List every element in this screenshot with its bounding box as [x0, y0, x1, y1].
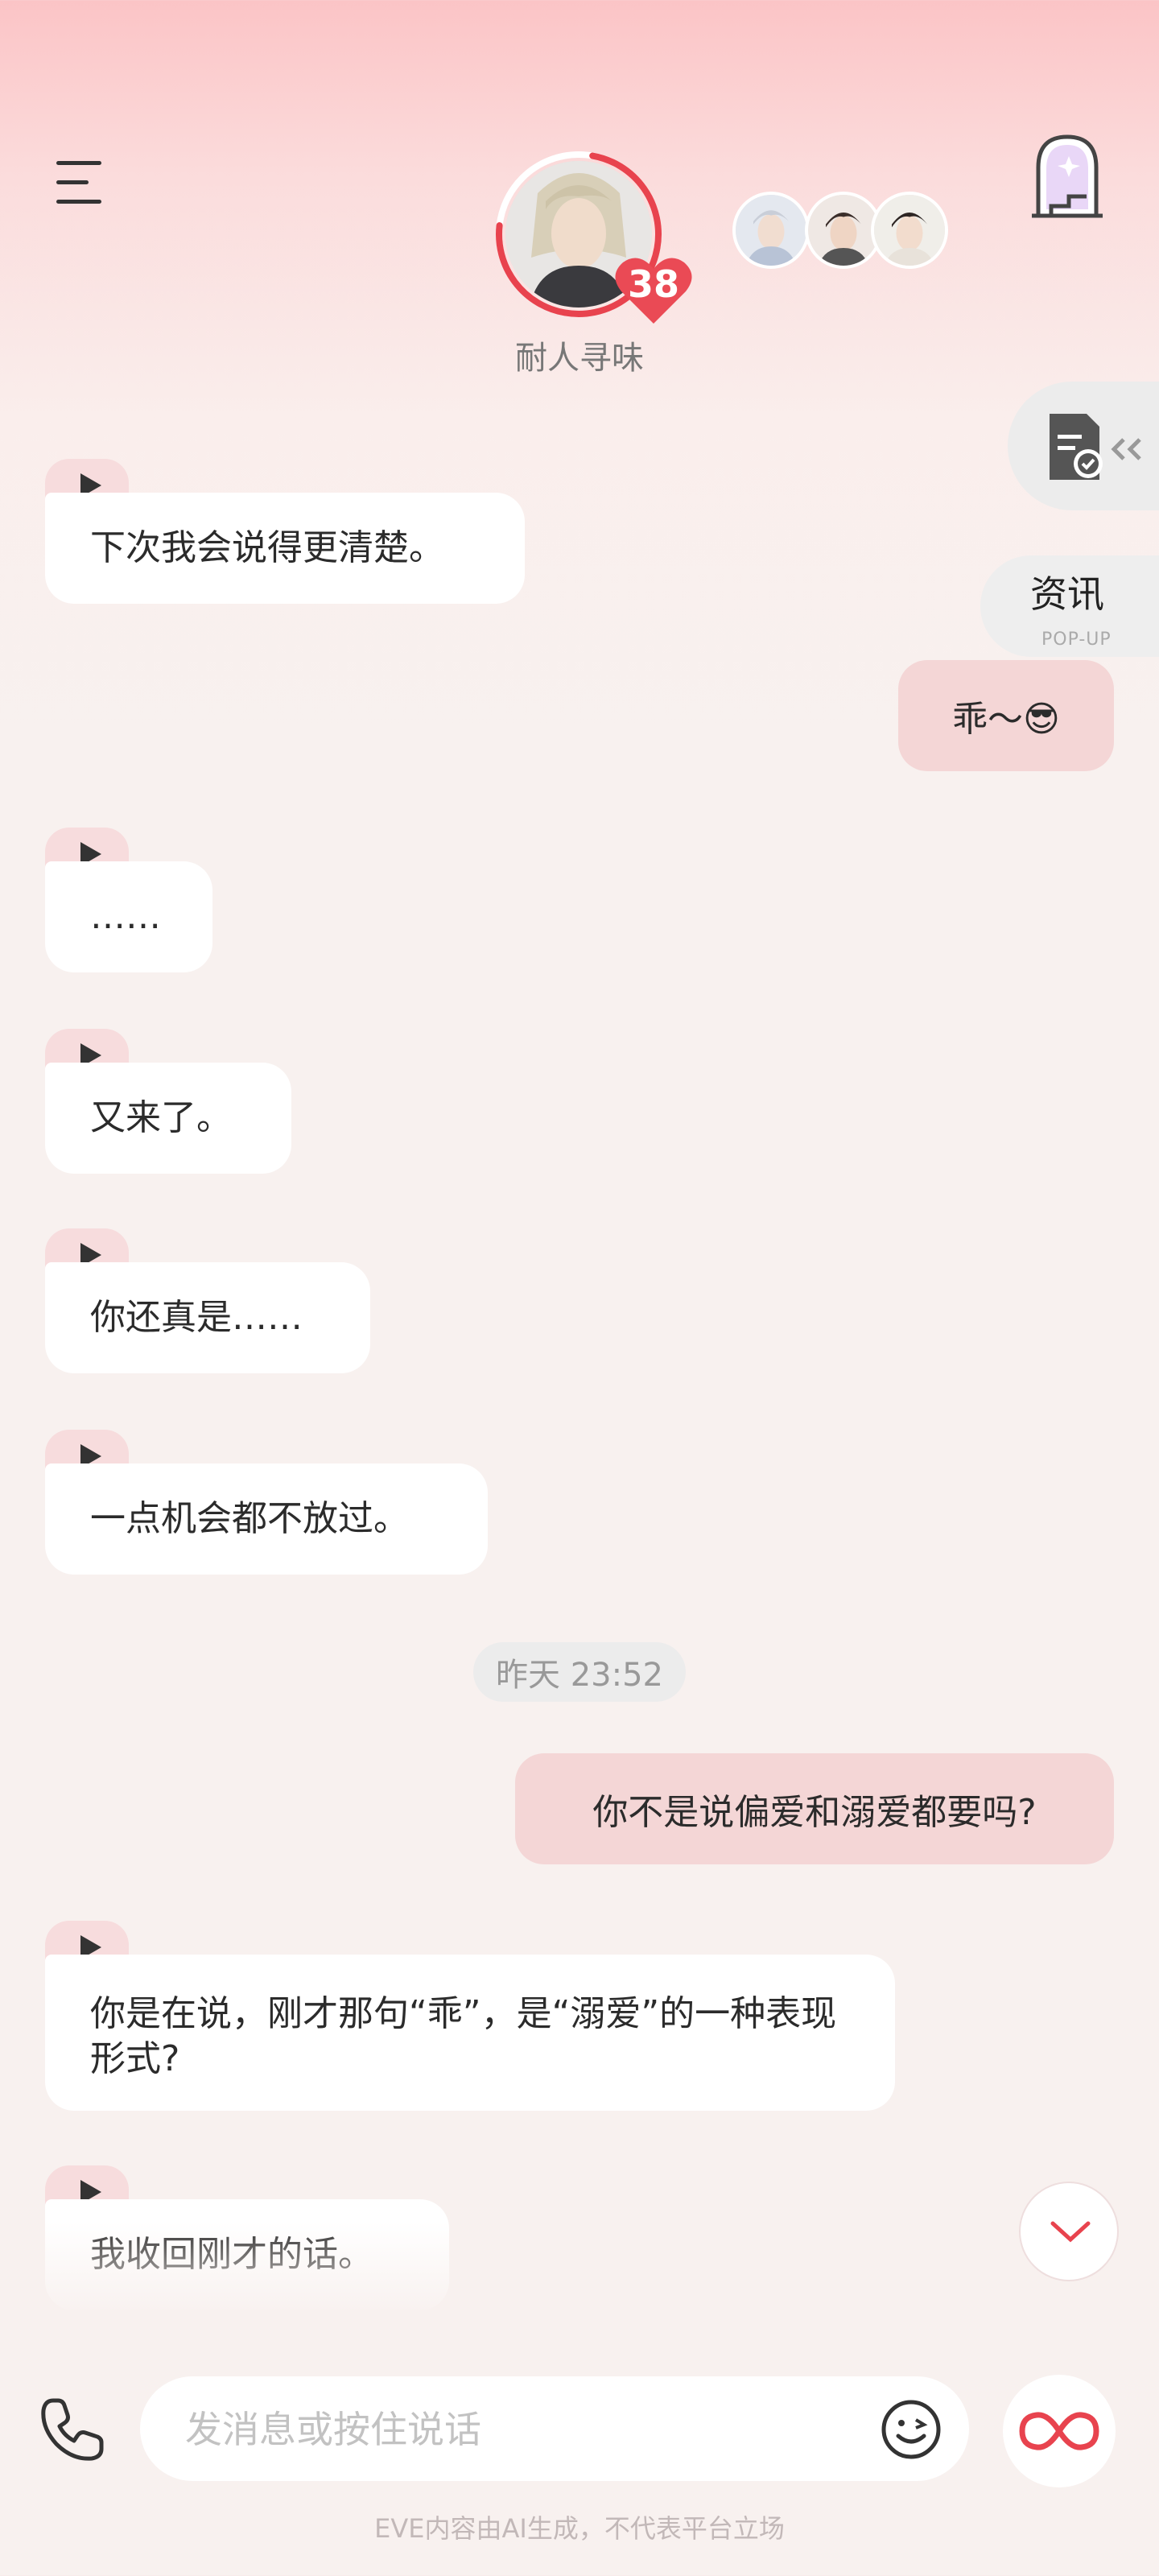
scroll-fade: [0, 2222, 1159, 2318]
message-input-placeholder: 发消息或按住说话: [185, 2408, 481, 2451]
arch-door-icon[interactable]: [1027, 132, 1107, 221]
chevron-down-icon: [1050, 2221, 1091, 2243]
emoji-icon[interactable]: [881, 2399, 942, 2460]
character-avatar-small[interactable]: [871, 192, 948, 269]
ai-message-bubble: 你是在说，刚才那句“乖”，是“溺爱”的一种表现形式?: [45, 1955, 895, 2111]
menu-button[interactable]: [56, 161, 113, 206]
ai-disclaimer: EVE内容由AI生成，不代表平台立场: [374, 2513, 785, 2544]
timestamp: 昨天 23:52: [473, 1642, 686, 1702]
affection-level: 38: [627, 262, 679, 306]
ai-message-bubble: 下次我会说得更清楚。: [45, 493, 525, 604]
character-name: 耐人寻味: [515, 340, 644, 377]
news-label: 资讯: [1030, 572, 1104, 616]
phone-call-icon[interactable]: [37, 2396, 106, 2465]
character-avatar-small[interactable]: [732, 192, 810, 269]
user-message-bubble: 你不是说偏爱和溺爱都要吗?: [515, 1753, 1114, 1864]
ai-message-bubble: 又来了。: [45, 1063, 291, 1174]
ai-message-bubble: ……: [45, 861, 212, 972]
news-sublabel: POP-UP: [1041, 630, 1112, 650]
ai-message-bubble: 一点机会都不放过。: [45, 1463, 488, 1575]
infinity-button[interactable]: [1003, 2375, 1116, 2487]
scroll-to-bottom-button[interactable]: [1019, 2182, 1119, 2281]
ai-message-bubble: 你还真是……: [45, 1262, 370, 1373]
infinity-icon: [1019, 2412, 1099, 2450]
checklist-icon: [1050, 414, 1141, 480]
user-message-bubble: 乖～😎: [898, 660, 1114, 771]
